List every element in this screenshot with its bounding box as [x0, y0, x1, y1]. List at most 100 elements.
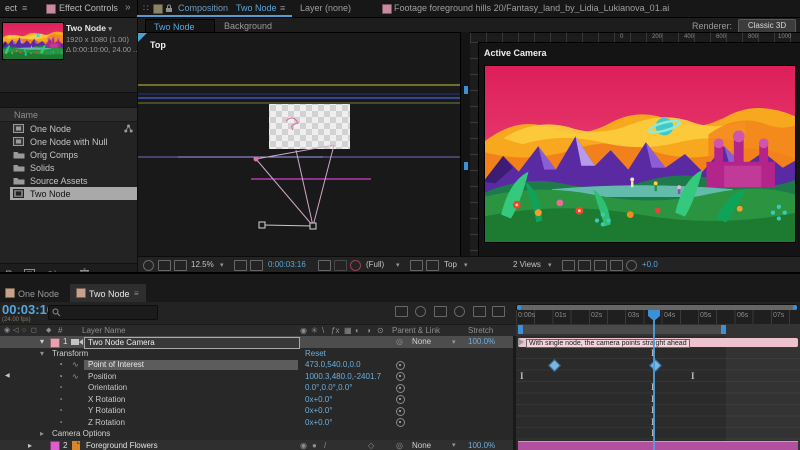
prop-value[interactable]: 0.0°,0.0°,0.0°: [305, 384, 352, 392]
frame-blend-icon[interactable]: [434, 306, 447, 317]
timeline-tab-menu-icon[interactable]: ≡: [134, 290, 139, 298]
switch-icon-shy[interactable]: ◉: [300, 327, 307, 335]
resolution-chevron-icon[interactable]: ▾: [396, 262, 400, 269]
disclosure-chevron-icon[interactable]: ▸: [40, 430, 44, 438]
stretch-value[interactable]: 100.0%: [468, 338, 495, 346]
tab-effect-controls[interactable]: Effect Controls: [59, 4, 118, 13]
tab-overflow-icon[interactable]: »: [125, 3, 131, 13]
comp-timecode[interactable]: 0:00:03:16: [268, 261, 306, 269]
pickwhip-icon[interactable]: ◎: [396, 338, 403, 346]
prop-row-orientation[interactable]: ◔ Orientation 0.0°,0.0°,0.0°: [0, 382, 513, 394]
resolution-select[interactable]: (Full): [366, 261, 384, 269]
switch-icon-collapse[interactable]: ✳: [311, 327, 318, 335]
stopwatch-icon[interactable]: ◔: [58, 373, 63, 381]
mini-flowchart-icon[interactable]: [395, 306, 408, 317]
graph-toggle-icon[interactable]: ∿: [72, 373, 79, 381]
viewport-active-camera[interactable]: 0 200 400 600 800 1000 Active Camera: [470, 32, 800, 257]
disclosure-chevron-icon[interactable]: ▸: [28, 442, 32, 450]
layer-row-two-node-camera[interactable]: ▾ 1 Two Node Camera ◎ None ▾ 100.0%: [0, 336, 513, 348]
layer-color-swatch[interactable]: [50, 338, 60, 348]
layer-color-swatch[interactable]: [50, 441, 60, 450]
view-chevron-icon[interactable]: ▾: [464, 262, 468, 269]
show-snapshot-icon[interactable]: [334, 260, 347, 271]
tab-project-partial[interactable]: ect: [5, 4, 17, 13]
parent-select[interactable]: None: [412, 338, 431, 346]
3d-toggle-icon[interactable]: ◇: [368, 442, 374, 450]
share-view-icon[interactable]: [562, 260, 575, 271]
keyframe-indicator[interactable]: [396, 384, 405, 393]
stopwatch-icon[interactable]: ◔: [58, 384, 63, 392]
tab-footage[interactable]: Footage foreground hills 20/Fantasy_land…: [394, 4, 669, 13]
zoom-level[interactable]: 12.5%: [191, 261, 214, 269]
switch-icon-motion-blur[interactable]: ◐: [355, 327, 360, 335]
parent-link-column-label[interactable]: Parent & Link: [392, 327, 440, 335]
project-item-two-node[interactable]: Two Node: [10, 187, 137, 200]
layer-row-foreground-flowers[interactable]: ▸ 2 Foreground Flowers ◉ ● / ◇ ◎ None ▾ …: [0, 440, 513, 450]
keyframe-indicator[interactable]: [396, 372, 405, 381]
exposure-value[interactable]: +0.0: [642, 261, 658, 269]
prop-row-position[interactable]: ◀ ◔ ∿ Position 1000.3,480.0,-2401.7: [0, 371, 513, 383]
stopwatch-icon[interactable]: ◔: [58, 361, 63, 369]
parent-select[interactable]: None: [412, 442, 431, 450]
always-preview-icon[interactable]: [143, 260, 154, 271]
switch-icon-frame-blend[interactable]: ▦: [344, 327, 352, 335]
disclosure-chevron-icon[interactable]: ▾: [40, 350, 44, 358]
work-area-bar[interactable]: [518, 325, 726, 334]
zoom-chevron-icon[interactable]: ▾: [220, 262, 224, 269]
magnification-icon[interactable]: [174, 260, 187, 271]
reset-link[interactable]: Reset: [305, 350, 326, 358]
tab-composition-name[interactable]: Two Node: [236, 4, 277, 13]
prop-row-z-rotation[interactable]: ◔ Z Rotation 0x+0.0°: [0, 417, 513, 429]
prop-value[interactable]: 0x+0.0°: [305, 419, 332, 427]
gear-icon[interactable]: [626, 260, 637, 271]
transform-group-row[interactable]: ▾ Transform Reset: [0, 348, 513, 360]
layout-chevron-icon[interactable]: ▾: [548, 262, 552, 269]
project-item-orig-comps[interactable]: Orig Comps: [0, 148, 137, 161]
prop-row-x-rotation[interactable]: ◔ X Rotation 0x+0.0°: [0, 394, 513, 406]
project-name-column-header[interactable]: Name: [0, 108, 137, 122]
effects-toggle-icon[interactable]: ●: [312, 442, 317, 450]
keyframe-indicator[interactable]: [396, 407, 405, 416]
prop-row-y-rotation[interactable]: ◔ Y Rotation 0x+0.0°: [0, 405, 513, 417]
project-item-source-assets[interactable]: Source Assets: [0, 174, 137, 187]
shy-toggle-icon[interactable]: ◉: [300, 442, 307, 450]
switch-icon-effects[interactable]: ƒx: [331, 327, 339, 335]
project-item-solids[interactable]: Solids: [0, 161, 137, 174]
renderer-button[interactable]: Classic 3D: [738, 19, 796, 33]
stopwatch-icon[interactable]: ◔: [58, 419, 63, 427]
keyframe-nav-left-icon[interactable]: ◀: [5, 373, 10, 379]
motion-blur-icon[interactable]: [454, 306, 465, 317]
project-comp-name[interactable]: Two Node ▾: [66, 24, 112, 33]
primary-viewer-icon[interactable]: [158, 260, 171, 271]
switch-icon-quality[interactable]: \: [322, 327, 324, 335]
keyframe-indicator[interactable]: [396, 418, 405, 427]
keyframe-indicator[interactable]: [396, 395, 405, 404]
work-area-start-handle[interactable]: [518, 325, 523, 334]
tab-layer[interactable]: Layer (none): [300, 4, 351, 13]
lock-icon[interactable]: [165, 4, 173, 13]
view-layout-select[interactable]: 2 Views: [513, 261, 541, 269]
quality-toggle-icon[interactable]: /: [324, 442, 326, 450]
draft-3d-icon[interactable]: [415, 306, 426, 317]
stopwatch-icon[interactable]: ◔: [58, 407, 63, 415]
layer-name-column-label[interactable]: Layer Name: [82, 327, 126, 335]
layer-marker-bar[interactable]: With single node, the camera points stra…: [518, 338, 798, 347]
timeline-tab-two-node[interactable]: Two Node ≡: [70, 284, 146, 304]
work-area-end-handle[interactable]: [721, 325, 726, 334]
switch-icon-adjustment[interactable]: ◑: [366, 327, 371, 335]
graph-toggle-icon[interactable]: ∿: [72, 361, 79, 369]
prop-value[interactable]: 0x+0.0°: [305, 396, 332, 404]
disclosure-chevron-icon[interactable]: ▾: [40, 338, 44, 346]
top-view-wireframe[interactable]: [138, 33, 460, 257]
timeline-search-field[interactable]: [48, 305, 158, 320]
mask-visibility-icon[interactable]: [250, 260, 263, 271]
transparency-grid-icon[interactable]: [426, 260, 439, 271]
prop-value[interactable]: 1000.3,480.0,-2401.7: [305, 373, 381, 381]
graph-editor-icon[interactable]: [473, 306, 486, 317]
parent-chevron-icon[interactable]: ▾: [452, 339, 456, 346]
pickwhip-icon[interactable]: ◎: [396, 442, 403, 450]
project-item-one-node-with-null[interactable]: One Node with Null: [0, 135, 137, 148]
switch-icon-3d[interactable]: ⊙: [377, 327, 384, 335]
viewer-tab-background[interactable]: Background: [224, 22, 272, 31]
stopwatch-icon[interactable]: ◔: [58, 396, 63, 404]
